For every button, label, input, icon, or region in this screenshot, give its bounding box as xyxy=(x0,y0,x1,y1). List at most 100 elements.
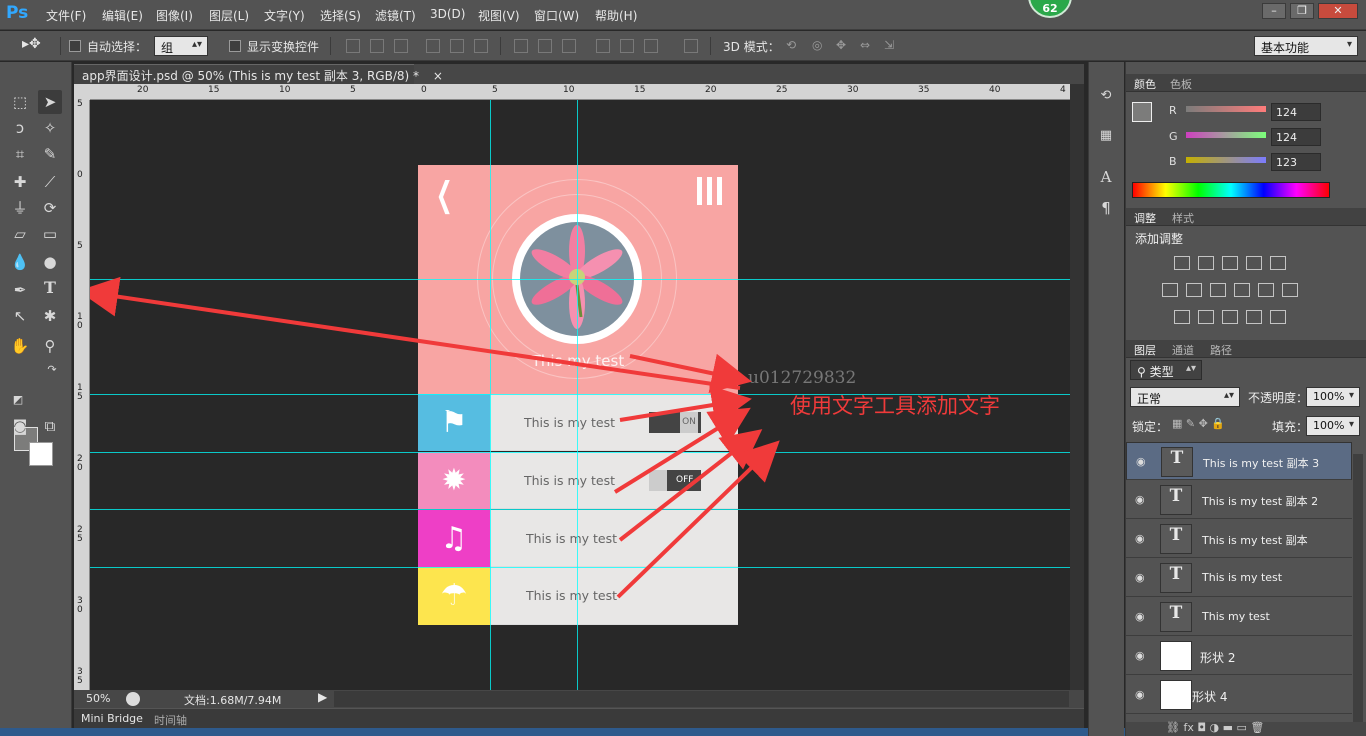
move-tool-icon[interactable]: ➤ xyxy=(38,90,62,114)
opacity-input[interactable]: 100% ▾ xyxy=(1306,387,1360,407)
workspace-dropdown[interactable]: 基本功能 ▾ xyxy=(1254,36,1358,56)
auto-select-dropdown[interactable]: 组 ▴▾ xyxy=(154,36,208,56)
horizontal-ruler[interactable]: 20 15 10 5 0 5 10 15 20 25 30 35 40 4 xyxy=(90,84,1070,100)
eye-icon[interactable]: ◉ xyxy=(1135,649,1145,662)
tab-paths[interactable]: 路径 xyxy=(1210,342,1232,358)
layer-row[interactable]: ◉ T This is my test xyxy=(1126,559,1352,597)
align-hcenter-icon[interactable] xyxy=(450,39,464,53)
color-spectrum-bar[interactable] xyxy=(1132,182,1330,198)
layer-row[interactable]: ◉ T This my test xyxy=(1126,598,1352,636)
tab-adjustments[interactable]: 调整 xyxy=(1134,210,1156,226)
crop-tool-icon[interactable]: ⌗ xyxy=(8,142,32,166)
menu-window[interactable]: 窗口(W) xyxy=(534,7,579,24)
background-color-swatch[interactable] xyxy=(29,442,53,466)
marquee-tool-icon[interactable]: ⬚ xyxy=(8,90,32,114)
dodge-tool-icon[interactable]: ● xyxy=(38,250,62,274)
lasso-tool-icon[interactable]: ↄ xyxy=(8,116,32,140)
path-select-icon[interactable]: ↖ xyxy=(8,304,32,328)
menu-select[interactable]: 选择(S) xyxy=(320,7,361,24)
eyedropper-icon[interactable]: ✎ xyxy=(38,142,62,166)
menu-edit[interactable]: 编辑(E) xyxy=(102,7,143,24)
tab-mini-bridge[interactable]: Mini Bridge xyxy=(81,712,143,725)
fill-input[interactable]: 100% ▾ xyxy=(1306,416,1360,436)
channel-r-value[interactable]: 124 xyxy=(1271,103,1321,121)
selective-color-icon[interactable] xyxy=(1246,310,1262,324)
color-lookup-icon[interactable] xyxy=(1282,283,1298,297)
eye-icon[interactable]: ◉ xyxy=(1135,610,1145,623)
default-colors-icon[interactable]: ◩ xyxy=(6,388,30,412)
align-vcenter-icon[interactable] xyxy=(370,39,384,53)
quick-mask-icon[interactable]: ◙ xyxy=(8,414,32,438)
pan-3d-icon[interactable]: ✥ xyxy=(836,38,846,52)
eye-icon[interactable]: ◉ xyxy=(1136,455,1146,468)
eraser-tool-icon[interactable]: ▱ xyxy=(8,222,32,246)
eye-icon[interactable]: ◉ xyxy=(1135,532,1145,545)
eye-icon[interactable]: ◉ xyxy=(1135,493,1145,506)
align-bottom-icon[interactable] xyxy=(394,39,408,53)
distribute-hcenter-icon[interactable] xyxy=(620,39,634,53)
vibrance-icon[interactable] xyxy=(1270,256,1286,270)
status-arrow-icon[interactable]: ▶ xyxy=(318,690,327,704)
menu-filter[interactable]: 滤镜(T) xyxy=(375,7,416,24)
posterize-icon[interactable] xyxy=(1198,310,1214,324)
type-tool-icon[interactable]: T xyxy=(38,278,62,302)
layer-row[interactable]: ◉ T This is my test 副本 3 xyxy=(1126,442,1352,480)
channel-r-slider[interactable] xyxy=(1186,106,1266,112)
curves-icon[interactable] xyxy=(1222,256,1238,270)
rotate-3d-icon[interactable]: ⟲ xyxy=(786,38,796,52)
eye-icon[interactable]: ◉ xyxy=(1135,688,1145,701)
maximize-button[interactable]: ❐ xyxy=(1290,3,1314,19)
tab-styles[interactable]: 样式 xyxy=(1172,210,1194,226)
zoom-level[interactable]: 50% xyxy=(86,692,110,705)
healing-brush-icon[interactable]: ✚ xyxy=(8,170,32,194)
align-right-icon[interactable] xyxy=(474,39,488,53)
channel-b-value[interactable]: 123 xyxy=(1271,153,1321,171)
paragraph-panel-icon[interactable]: ¶ xyxy=(1094,196,1118,220)
color-fg-swatch[interactable] xyxy=(1132,102,1152,122)
layer-row[interactable]: ◉ 形状 2 xyxy=(1126,637,1352,675)
canvas-vertical-scrollbar[interactable] xyxy=(1070,84,1084,690)
brush-tool-icon[interactable]: ⟋ xyxy=(38,170,62,194)
levels-icon[interactable] xyxy=(1198,256,1214,270)
layer-row[interactable]: ◉ T This is my test 副本 2 xyxy=(1126,481,1352,519)
close-window-button[interactable]: ✕ xyxy=(1318,3,1358,19)
black-white-icon[interactable] xyxy=(1210,283,1226,297)
show-transform-checkbox[interactable] xyxy=(229,40,241,52)
auto-align-icon[interactable] xyxy=(684,39,698,53)
scale-3d-icon[interactable]: ⇲ xyxy=(884,38,894,52)
hand-tool-icon[interactable]: ✋ xyxy=(8,334,32,358)
menu-3d[interactable]: 3D(D) xyxy=(430,7,465,21)
threshold-icon[interactable] xyxy=(1222,310,1238,324)
move-tool-preset-icon[interactable]: ▸✥ xyxy=(22,36,41,52)
tab-swatches[interactable]: 色板 xyxy=(1170,76,1192,92)
auto-select-checkbox[interactable] xyxy=(69,40,81,52)
align-left-icon[interactable] xyxy=(426,39,440,53)
properties-panel-icon[interactable]: ▦ xyxy=(1094,124,1118,148)
channel-g-slider[interactable] xyxy=(1186,132,1266,138)
channel-b-slider[interactable] xyxy=(1186,157,1266,163)
gradient-map-icon[interactable] xyxy=(1270,310,1286,324)
distribute-right-icon[interactable] xyxy=(644,39,658,53)
menu-image[interactable]: 图像(I) xyxy=(156,7,193,24)
tab-channels[interactable]: 通道 xyxy=(1172,342,1194,358)
exposure-icon[interactable] xyxy=(1246,256,1262,270)
layer-footer-icons[interactable]: ⛓ fx ◘ ◑ ▬ ▭ 🗑 xyxy=(1166,721,1264,734)
zoom-tool-icon[interactable]: ⚲ xyxy=(38,334,62,358)
layer-row[interactable]: ◉ T This is my test 副本 xyxy=(1126,520,1352,558)
layer-row[interactable]: ◉ 形状 4 xyxy=(1126,676,1352,714)
photo-filter-icon[interactable] xyxy=(1234,283,1250,297)
gradient-tool-icon[interactable]: ▭ xyxy=(38,222,62,246)
distribute-vcenter-icon[interactable] xyxy=(538,39,552,53)
document-tab[interactable]: app界面设计.psd @ 50% (This is my test 副本 3,… xyxy=(74,64,443,84)
slide-3d-icon[interactable]: ⇔ xyxy=(860,38,870,52)
color-balance-icon[interactable] xyxy=(1186,283,1202,297)
distribute-left-icon[interactable] xyxy=(596,39,610,53)
lock-icons[interactable]: ▦ ✎ ✥ 🔒 xyxy=(1172,417,1225,430)
roll-3d-icon[interactable]: ◎ xyxy=(812,38,822,52)
hue-saturation-icon[interactable] xyxy=(1162,283,1178,297)
menu-layer[interactable]: 图层(L) xyxy=(209,7,249,24)
blend-mode-dropdown[interactable]: 正常 ▴▾ xyxy=(1130,387,1240,407)
document-canvas[interactable]: ❮ This my test ⚑ This is my test ON ✹ Th… xyxy=(90,100,1070,690)
history-panel-icon[interactable]: ⟲ xyxy=(1094,84,1118,108)
pen-tool-icon[interactable]: ✒ xyxy=(8,278,32,302)
